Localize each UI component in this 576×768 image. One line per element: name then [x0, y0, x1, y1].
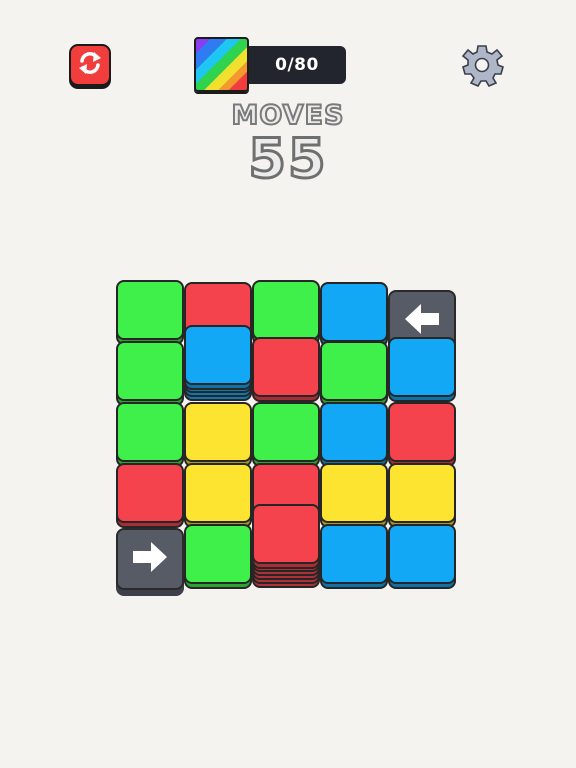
arrow-right-icon [127, 537, 173, 581]
tile-green[interactable] [116, 402, 184, 462]
tile-red[interactable] [252, 337, 320, 397]
shift-right-arrow-tile[interactable] [116, 528, 184, 590]
tile-green[interactable] [184, 524, 252, 584]
tile-blue[interactable] [320, 402, 388, 462]
tile-yellow[interactable] [320, 463, 388, 523]
tile-red[interactable] [388, 402, 456, 462]
tile-red[interactable] [252, 504, 320, 564]
tile-yellow[interactable] [184, 402, 252, 462]
tile-green[interactable] [116, 341, 184, 401]
tile-red[interactable] [116, 463, 184, 523]
tile-yellow[interactable] [388, 463, 456, 523]
tile-blue[interactable] [388, 337, 456, 397]
tile-blue[interactable] [388, 524, 456, 584]
tile-green[interactable] [252, 402, 320, 462]
tile-blue[interactable] [320, 282, 388, 342]
tile-green[interactable] [252, 280, 320, 340]
tile-yellow[interactable] [184, 463, 252, 523]
tile-blue[interactable] [320, 524, 388, 584]
tile-green[interactable] [320, 341, 388, 401]
tile-blue[interactable] [184, 325, 252, 385]
tile-green[interactable] [116, 280, 184, 340]
game-board [0, 0, 576, 768]
